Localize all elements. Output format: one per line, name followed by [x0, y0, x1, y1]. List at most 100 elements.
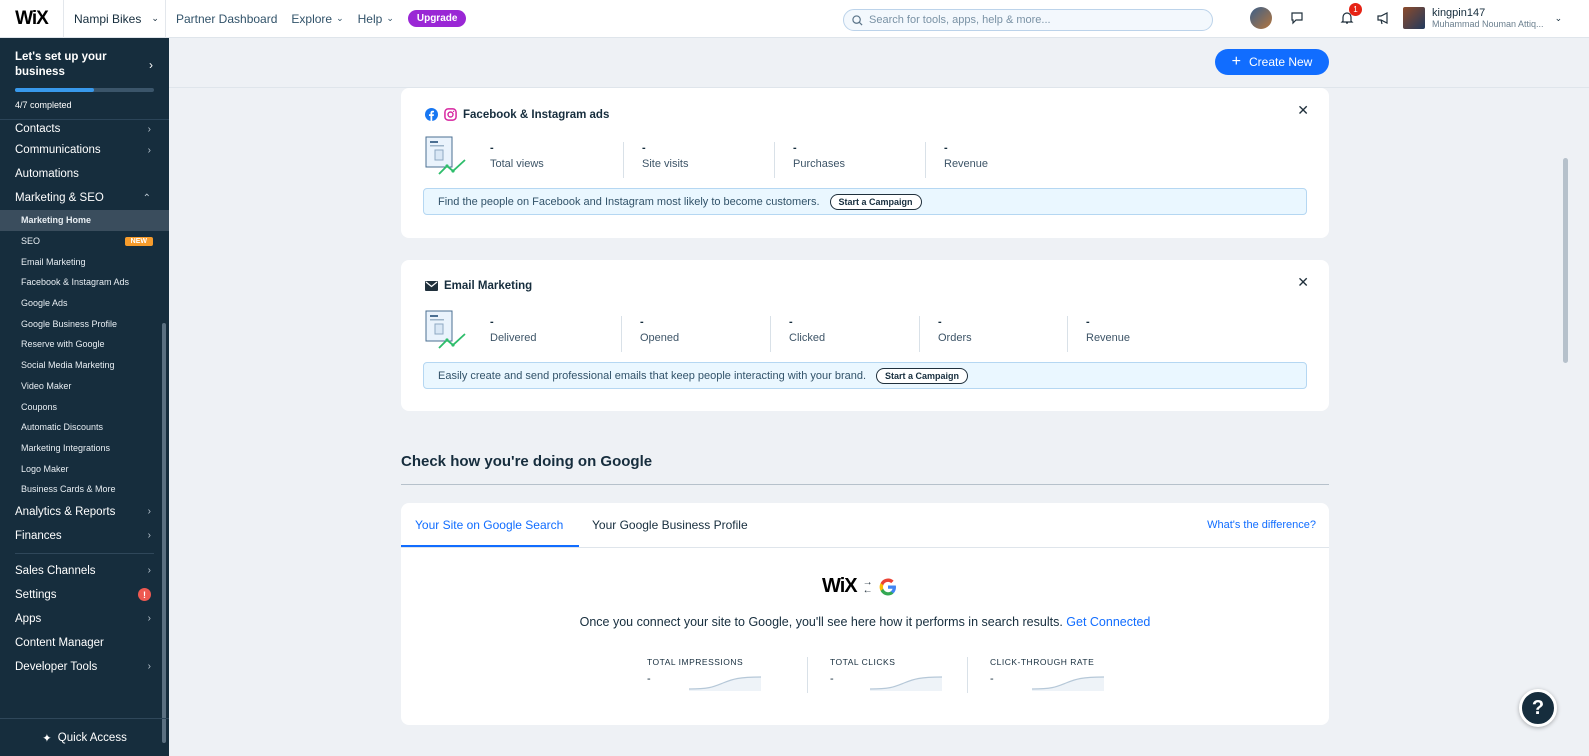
- close-icon[interactable]: ✕: [1297, 102, 1309, 119]
- metric-label: Site visits: [642, 158, 689, 170]
- metric-label: Clicked: [789, 332, 826, 344]
- sidebar-item-label: Contacts: [15, 123, 61, 135]
- stat-label: TOTAL CLICKS: [830, 657, 896, 667]
- sidebar-sub-google-ads[interactable]: Google Ads: [0, 293, 169, 314]
- tab-google-business-profile[interactable]: Your Google Business Profile: [592, 518, 748, 532]
- sidebar-scrollbar[interactable]: [162, 323, 166, 743]
- page-scrollbar[interactable]: [1563, 158, 1568, 363]
- sidebar-item-label: Settings: [15, 588, 57, 601]
- sidebar-sub-seo[interactable]: SEO NEW: [0, 231, 169, 252]
- create-new-button[interactable]: + Create New: [1215, 49, 1329, 75]
- user-menu[interactable]: kingpin147 Muhammad Nouman Attiq... ⌄: [1403, 7, 1562, 29]
- setup-title: Let's set up your business: [15, 51, 107, 78]
- sidebar-item-developer-tools[interactable]: Developer Tools ›: [0, 655, 169, 679]
- metric-orders: - Orders: [919, 316, 972, 352]
- google-connect-text: Once you connect your site to Google, yo…: [401, 615, 1329, 629]
- sidebar-item-sales-channels[interactable]: Sales Channels ›: [0, 559, 169, 583]
- sidebar-item-finances[interactable]: Finances ›: [0, 524, 169, 548]
- sidebar-sub-coupons[interactable]: Coupons: [0, 396, 169, 417]
- setup-progress-panel[interactable]: Let's set up your business › 4/7 complet…: [0, 38, 169, 120]
- analytics-illustration-icon: [425, 310, 466, 349]
- sidebar-sub-fb-ig-ads[interactable]: Facebook & Instagram Ads: [0, 272, 169, 293]
- facebook-instagram-card: Facebook & Instagram ads ✕ - Total views …: [401, 88, 1329, 238]
- sidebar-sub-marketing-home[interactable]: Marketing Home: [0, 210, 169, 231]
- setup-status: 4/7 completed: [15, 100, 72, 110]
- sidebar-item-analytics[interactable]: Analytics & Reports ›: [0, 500, 169, 524]
- nav-explore[interactable]: Explore ⌄: [291, 12, 343, 26]
- nav-help[interactable]: Help ⌄: [358, 12, 394, 26]
- sidebar-item-content-manager[interactable]: Content Manager: [0, 631, 169, 655]
- search-placeholder: Search for tools, apps, help & more...: [869, 14, 1051, 26]
- sidebar-sub-marketing-integrations[interactable]: Marketing Integrations: [0, 438, 169, 459]
- sidebar-item-communications[interactable]: Communications ›: [0, 138, 169, 162]
- user-full-name: Muhammad Nouman Attiq...: [1432, 19, 1544, 29]
- facebook-icon: [425, 108, 438, 121]
- nav-partner-dashboard[interactable]: Partner Dashboard: [176, 12, 277, 26]
- search-input[interactable]: Search for tools, apps, help & more...: [843, 9, 1213, 31]
- site-switcher[interactable]: Nampi Bikes ⌄: [64, 0, 166, 38]
- sidebar-sub-reserve-with-google[interactable]: Reserve with Google: [0, 334, 169, 355]
- sidebar-item-apps[interactable]: Apps ›: [0, 607, 169, 631]
- metric-value: -: [1086, 316, 1090, 328]
- google-section-title: Check how you're doing on Google: [401, 453, 653, 470]
- chevron-right-icon: ›: [147, 530, 151, 542]
- start-campaign-button[interactable]: Start a Campaign: [876, 367, 969, 384]
- metric-delivered: - Delivered: [472, 316, 536, 352]
- chevron-right-icon: ›: [147, 613, 151, 625]
- sidebar-item-contacts[interactable]: Contacts ›: [0, 120, 169, 138]
- announcements-icon[interactable]: [1372, 7, 1394, 29]
- nav-explore-label: Explore: [291, 11, 333, 26]
- sidebar-sub-email-marketing[interactable]: Email Marketing: [0, 251, 169, 272]
- sidebar-item-settings[interactable]: Settings!: [0, 583, 169, 607]
- wix-logo[interactable]: WiX: [0, 0, 64, 38]
- chevron-right-icon: ›: [147, 506, 151, 518]
- metric-label: Revenue: [1086, 332, 1131, 344]
- sidebar-item-label: Finances: [15, 529, 62, 542]
- sidebar-sub-logo-maker[interactable]: Logo Maker: [0, 458, 169, 479]
- sparkle-icon: ✦: [42, 732, 52, 745]
- tab-google-search[interactable]: Your Site on Google Search: [415, 518, 563, 532]
- main-header: [169, 38, 1589, 88]
- notifications-bell-icon[interactable]: 1: [1336, 3, 1362, 29]
- help-button[interactable]: ?: [1519, 689, 1557, 727]
- email-marketing-card: Email Marketing ✕ - Delivered - Opened - Cl…: [401, 260, 1329, 411]
- sidebar-sub-label: Email Marketing: [21, 256, 86, 267]
- metric-revenue: - Revenue: [925, 142, 988, 178]
- whats-the-difference-link[interactable]: What's the difference?: [1207, 519, 1316, 531]
- google-connect-message: Once you connect your site to Google, yo…: [579, 615, 1063, 629]
- start-campaign-button[interactable]: Start a Campaign: [829, 193, 922, 210]
- sidebar-item-label: Communications: [15, 144, 101, 156]
- sidebar-sub-social-media-marketing[interactable]: Social Media Marketing: [0, 355, 169, 376]
- quick-access-button[interactable]: ✦ Quick Access: [0, 718, 169, 756]
- close-icon[interactable]: ✕: [1297, 274, 1309, 291]
- sidebar-item-marketing-seo[interactable]: Marketing & SEO ⌃: [0, 186, 169, 210]
- sparkline-placeholder-icon: [1032, 676, 1104, 691]
- metric-value: -: [490, 142, 494, 154]
- sidebar: Let's set up your business › 4/7 complet…: [0, 38, 169, 756]
- site-name: Nampi Bikes: [74, 11, 142, 26]
- metric-value: -: [938, 316, 942, 328]
- sidebar-sub-google-business-profile[interactable]: Google Business Profile: [0, 313, 169, 334]
- sidebar-sub-business-cards[interactable]: Business Cards & More: [0, 479, 169, 500]
- chat-icon[interactable]: [1286, 7, 1308, 29]
- sidebar-sub-automatic-discounts[interactable]: Automatic Discounts: [0, 417, 169, 438]
- topbar-icons: 1: [1250, 3, 1394, 29]
- sidebar-sub-video-maker[interactable]: Video Maker: [0, 376, 169, 397]
- sidebar-sub-label: SEO: [21, 236, 41, 247]
- instagram-icon: [444, 108, 457, 121]
- chevron-right-icon: ›: [147, 144, 151, 156]
- sidebar-item-automations[interactable]: Automations: [0, 162, 169, 186]
- metric-value: -: [640, 316, 644, 328]
- metric-total-views: - Total views: [472, 142, 544, 178]
- get-connected-link[interactable]: Get Connected: [1066, 615, 1150, 629]
- active-tab-indicator: [401, 545, 579, 547]
- chevron-right-icon: ›: [147, 123, 151, 135]
- chevron-right-icon: ›: [147, 565, 151, 577]
- upgrade-button[interactable]: Upgrade: [407, 10, 467, 27]
- sidebar-sub-label: Logo Maker: [21, 463, 69, 474]
- google-card: Your Site on Google Search Your Google B…: [401, 503, 1329, 725]
- stat-total-impressions: TOTAL IMPRESSIONS -: [647, 657, 807, 693]
- sidebar-sub-label: Social Media Marketing: [21, 360, 115, 371]
- metric-label: Opened: [640, 332, 680, 344]
- avatar[interactable]: [1250, 7, 1272, 29]
